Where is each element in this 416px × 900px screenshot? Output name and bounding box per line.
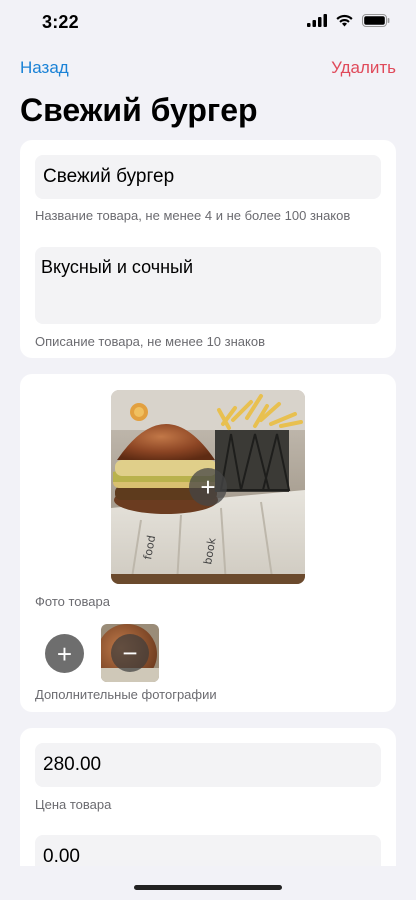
remove-extra-photo-button[interactable]: − — [111, 634, 149, 672]
price-field[interactable] — [35, 743, 381, 787]
price-helper: Цена товара — [35, 797, 112, 812]
delete-button[interactable]: Удалить — [331, 58, 396, 78]
minus-icon: − — [122, 638, 138, 668]
main-photo-helper: Фото товара — [35, 594, 110, 609]
status-bar: 3:22 — [0, 0, 416, 48]
extra-photos-helper: Дополнительные фотографии — [35, 687, 217, 702]
home-indicator[interactable] — [134, 885, 282, 890]
battery-icon — [362, 13, 390, 32]
product-name-field[interactable] — [35, 155, 381, 199]
product-info-card: Название товара, не менее 4 и не более 1… — [20, 140, 396, 358]
main-product-photo[interactable]: food book + — [111, 390, 305, 584]
plus-icon: + — [56, 638, 73, 669]
product-name-helper: Название товара, не менее 4 и не более 1… — [35, 208, 351, 223]
product-description-field[interactable]: Вкусный и сочный — [35, 247, 381, 324]
change-main-photo-button[interactable]: + — [189, 468, 227, 506]
signal-icon — [307, 13, 327, 32]
extra-photo-thumbnail[interactable]: − — [101, 624, 159, 682]
navigation-bar: Назад Удалить — [0, 52, 416, 84]
plus-icon: + — [200, 472, 216, 502]
product-photos-card: food book + Фото товара + − Дополнительн… — [20, 374, 396, 712]
back-button[interactable]: Назад — [20, 58, 69, 78]
page-title: Свежий бургер — [20, 92, 258, 128]
bottom-safe-area — [0, 866, 416, 900]
wifi-icon — [335, 13, 354, 32]
status-icons — [307, 13, 390, 32]
add-extra-photo-button[interactable]: + — [45, 634, 84, 673]
status-time: 3:22 — [42, 12, 79, 32]
product-description-helper: Описание товара, не менее 10 знаков — [35, 334, 265, 349]
